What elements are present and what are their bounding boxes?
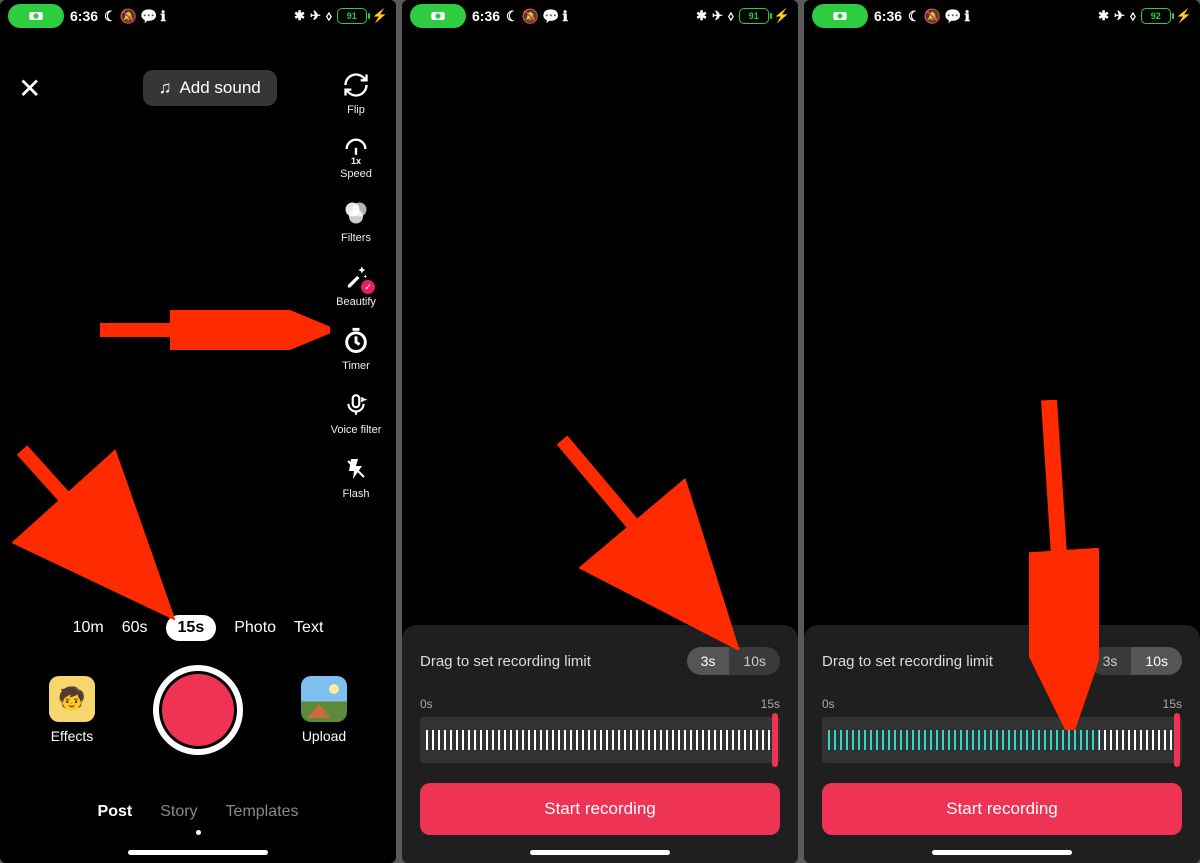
annotation-arrow-duration xyxy=(12,440,182,620)
close-icon[interactable]: ✕ xyxy=(18,72,41,105)
flip-icon xyxy=(341,70,371,100)
countdown-segmented: 3s 10s xyxy=(687,647,780,675)
tool-speed[interactable]: 1x Speed xyxy=(326,134,386,180)
tool-voice-filter[interactable]: Voice filter xyxy=(326,390,386,436)
side-toolbar: Flip 1x Speed Filters ✓ Beautify Timer V… xyxy=(326,70,386,500)
tab-post[interactable]: Post xyxy=(98,803,133,821)
camera-pill-icon xyxy=(8,4,64,28)
status-bar: 6:36 ☾🔕💬ℹ ✱✈⬨ 91⚡ xyxy=(0,0,396,32)
recording-limit-track[interactable] xyxy=(420,717,780,763)
tool-flip[interactable]: Flip xyxy=(326,70,386,116)
add-sound-button[interactable]: ♫ Add sound xyxy=(143,70,277,106)
beautify-icon: ✓ xyxy=(341,262,371,292)
scale-end: 15s xyxy=(1163,697,1182,711)
home-indicator xyxy=(932,850,1072,855)
timer-panel: Drag to set recording limit 3s 10s 0s 15… xyxy=(804,625,1200,863)
duration-10m[interactable]: 10m xyxy=(73,619,104,637)
scale-start: 0s xyxy=(822,697,835,711)
phone-screen-1: 6:36 ☾🔕💬ℹ ✱✈⬨ 91⚡ ✕ ♫ Add sound Flip 1x … xyxy=(0,0,396,863)
tab-story[interactable]: Story xyxy=(160,803,197,821)
upload-thumbnail xyxy=(301,676,347,722)
bottom-tabs: Post Story Templates xyxy=(0,803,396,821)
countdown-segmented: 3s 10s xyxy=(1089,647,1182,675)
home-indicator xyxy=(530,850,670,855)
duration-60s[interactable]: 60s xyxy=(122,619,148,637)
tool-beautify[interactable]: ✓ Beautify xyxy=(326,262,386,308)
countdown-10s[interactable]: 10s xyxy=(1131,647,1182,675)
panel-title: Drag to set recording limit xyxy=(822,653,993,670)
status-bar: 6:36 ☾🔕💬ℹ ✱✈⬨ 91⚡ xyxy=(402,0,798,32)
limit-handle[interactable] xyxy=(772,713,778,767)
filters-icon xyxy=(341,198,371,228)
tool-timer[interactable]: Timer xyxy=(326,326,386,372)
status-time: 6:36 xyxy=(874,8,902,24)
status-left-icons: ☾🔕💬ℹ xyxy=(104,9,166,23)
status-right-icons: ✱✈⬨ 91⚡ xyxy=(294,8,388,24)
tool-filters[interactable]: Filters xyxy=(326,198,386,244)
record-button[interactable] xyxy=(153,665,243,755)
home-indicator xyxy=(128,850,268,855)
annotation-arrow-3s xyxy=(552,430,752,650)
effects-thumbnail: 🧒 xyxy=(49,676,95,722)
tab-templates[interactable]: Templates xyxy=(226,803,299,821)
annotation-arrow-track xyxy=(1029,400,1099,730)
annotation-arrow-timer xyxy=(100,310,330,350)
camera-pill-icon xyxy=(410,4,466,28)
tool-flash[interactable]: Flash xyxy=(326,454,386,500)
countdown-10s[interactable]: 10s xyxy=(729,647,780,675)
flash-icon xyxy=(341,454,371,484)
panel-title: Drag to set recording limit xyxy=(420,653,591,670)
scale-start: 0s xyxy=(420,697,433,711)
status-time: 6:36 xyxy=(472,8,500,24)
status-time: 6:36 xyxy=(70,8,98,24)
camera-pill-icon xyxy=(812,4,868,28)
upload-button[interactable]: Upload xyxy=(301,676,347,744)
battery-icon: 91 xyxy=(739,8,769,24)
speed-icon: 1x xyxy=(341,134,371,164)
music-note-icon: ♫ xyxy=(159,78,172,98)
battery-icon: 91 xyxy=(337,8,367,24)
duration-photo[interactable]: Photo xyxy=(234,619,276,637)
start-recording-button[interactable]: Start recording xyxy=(822,783,1182,835)
page-indicator xyxy=(0,830,396,835)
check-badge-icon: ✓ xyxy=(361,280,375,294)
duration-text[interactable]: Text xyxy=(294,619,323,637)
recording-limit-track[interactable] xyxy=(822,717,1182,763)
effects-button[interactable]: 🧒 Effects xyxy=(49,676,95,744)
status-bar: 6:36 ☾🔕💬ℹ ✱✈⬨ 92⚡ xyxy=(804,0,1200,32)
limit-handle[interactable] xyxy=(1174,713,1180,767)
timer-panel: Drag to set recording limit 3s 10s 0s 15… xyxy=(402,625,798,863)
voice-filter-icon xyxy=(341,390,371,420)
battery-icon: 92 xyxy=(1141,8,1171,24)
timer-icon xyxy=(341,326,371,356)
countdown-3s[interactable]: 3s xyxy=(687,647,730,675)
phone-screen-3: 6:36 ☾🔕💬ℹ ✱✈⬨ 92⚡ Drag to set recording … xyxy=(804,0,1200,863)
scale-end: 15s xyxy=(761,697,780,711)
add-sound-label: Add sound xyxy=(179,78,260,98)
start-recording-button[interactable]: Start recording xyxy=(420,783,780,835)
phone-screen-2: 6:36 ☾🔕💬ℹ ✱✈⬨ 91⚡ Drag to set recording … xyxy=(402,0,798,863)
